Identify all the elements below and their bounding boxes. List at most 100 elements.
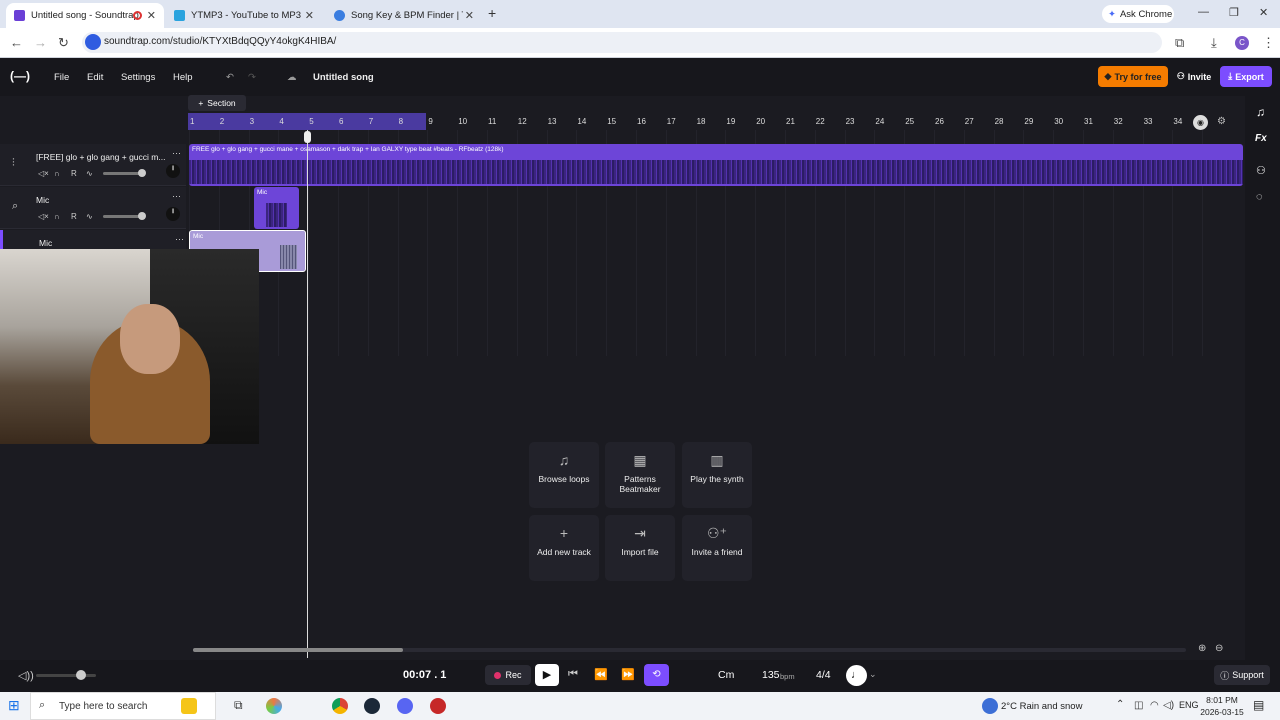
- wifi-icon[interactable]: ◠: [1150, 700, 1159, 711]
- zoom-in-icon[interactable]: ⊕: [1198, 643, 1206, 654]
- windows-start-icon[interactable]: ⊞: [8, 697, 20, 714]
- clock-time[interactable]: 8:01 PM: [1202, 695, 1242, 705]
- browse-loops-tile[interactable]: ♫ Browse loops: [529, 442, 599, 508]
- steam-icon[interactable]: [364, 698, 380, 714]
- redo-icon[interactable]: ↷: [248, 72, 256, 83]
- minimize-icon[interactable]: —: [1198, 6, 1209, 18]
- play-synth-tile[interactable]: ▥ Play the synth: [682, 442, 752, 508]
- volume-slider[interactable]: [103, 169, 146, 177]
- headphones-icon[interactable]: ∩: [54, 212, 60, 221]
- audio-clip-mic[interactable]: Mic: [254, 187, 299, 229]
- speaker-icon[interactable]: ◁): [1163, 700, 1174, 711]
- invite-friend-tile[interactable]: ⚇⁺ Invite a friend: [682, 515, 752, 581]
- track-header[interactable]: ⌕ Mic ⋯ ◁× ∩ R ∿ ╹: [0, 187, 186, 229]
- tab-soundtrap[interactable]: Untitled song - Soundtrap ✕: [6, 3, 164, 28]
- app-icon[interactable]: [430, 698, 446, 714]
- clock-date[interactable]: 2026-03-15: [1198, 707, 1246, 717]
- task-view-icon[interactable]: ⧉: [234, 698, 243, 713]
- fx-icon[interactable]: Fx: [1255, 133, 1267, 144]
- mute-icon[interactable]: ◁×: [38, 169, 49, 178]
- fast-forward-icon[interactable]: ⏩: [621, 668, 635, 681]
- close-icon[interactable]: ✕: [147, 9, 156, 22]
- profile-avatar[interactable]: C: [1235, 36, 1249, 50]
- maximize-icon[interactable]: ❐: [1229, 6, 1239, 19]
- playhead[interactable]: [307, 130, 308, 658]
- bpm-value[interactable]: 135: [762, 669, 780, 681]
- master-volume-slider[interactable]: [36, 670, 96, 680]
- slider-handle[interactable]: [76, 670, 86, 680]
- add-new-track-tile[interactable]: + Add new track: [529, 515, 599, 581]
- menu-settings[interactable]: Settings: [121, 72, 155, 83]
- import-file-tile[interactable]: ⇥ Import file: [605, 515, 675, 581]
- track-options-icon[interactable]: ⋯: [172, 148, 181, 159]
- invite-button[interactable]: ⚇ Invite: [1173, 66, 1215, 87]
- rewind-icon[interactable]: ⏪: [594, 668, 608, 681]
- weather-text[interactable]: 2°C Rain and snow: [1001, 701, 1082, 712]
- close-icon[interactable]: ✕: [465, 9, 474, 22]
- mute-icon[interactable]: ◁×: [38, 212, 49, 221]
- chat-icon[interactable]: ◌: [1256, 191, 1263, 203]
- chevron-down-icon[interactable]: ⌄: [869, 669, 877, 680]
- export-button[interactable]: ⤓ Export: [1220, 66, 1272, 87]
- zoom-out-icon[interactable]: ⊖: [1215, 643, 1223, 654]
- record-arm-button[interactable]: R: [71, 169, 77, 178]
- close-window-icon[interactable]: ✕: [1259, 6, 1268, 19]
- volume-slider[interactable]: [103, 212, 146, 220]
- play-button[interactable]: ▶: [535, 664, 559, 686]
- record-arm-button[interactable]: R: [71, 212, 77, 221]
- address-bar[interactable]: soundtrap.com/studio/KTYXtBdqQQyY4okgK4H…: [82, 32, 1162, 53]
- key-display[interactable]: Cm: [718, 669, 734, 681]
- time-signature[interactable]: 4/4: [816, 669, 831, 681]
- tab-ytmp3[interactable]: YTMP3 - YouTube to MP3 Conv ✕: [166, 3, 322, 28]
- close-icon[interactable]: ✕: [305, 9, 314, 22]
- follow-playhead-icon[interactable]: ◉: [1193, 115, 1208, 130]
- audio-clip-beat[interactable]: FREE glo + glo gang + gucci mane + osama…: [189, 144, 1243, 186]
- add-section-button[interactable]: + Section: [188, 95, 246, 111]
- patterns-beatmaker-tile[interactable]: ▦ Patterns Beatmaker: [605, 442, 675, 508]
- automation-icon[interactable]: ∿: [86, 169, 93, 178]
- soundtrap-logo[interactable]: (—): [10, 69, 30, 83]
- notifications-icon[interactable]: ▤: [1253, 698, 1264, 712]
- site-info-icon[interactable]: [85, 34, 101, 50]
- forward-icon[interactable]: →: [34, 35, 47, 50]
- track-name[interactable]: Mic: [36, 195, 49, 205]
- menu-edit[interactable]: Edit: [87, 72, 103, 83]
- automation-icon[interactable]: ∿: [86, 212, 93, 221]
- pan-knob[interactable]: ╹: [166, 164, 180, 178]
- headphones-icon[interactable]: ∩: [54, 169, 60, 178]
- network-icon[interactable]: ◫: [1134, 700, 1143, 711]
- collaborators-icon[interactable]: ⚇: [1256, 164, 1266, 177]
- track-name[interactable]: [FREE] glo + glo gang + gucci m...: [36, 152, 165, 162]
- try-for-free-button[interactable]: ◆ Try for free: [1098, 66, 1168, 87]
- copilot-app-icon[interactable]: [266, 698, 282, 714]
- menu-file[interactable]: File: [54, 72, 69, 83]
- language-indicator[interactable]: ENG: [1179, 700, 1199, 710]
- more-menu-icon[interactable]: ⋮: [1262, 35, 1275, 51]
- pan-knob[interactable]: ╹: [166, 207, 180, 221]
- horizontal-scrollbar[interactable]: [193, 648, 1186, 652]
- loop-toggle-button[interactable]: ⟲: [644, 664, 669, 686]
- tray-chevron-icon[interactable]: ⌃: [1116, 699, 1124, 710]
- menu-help[interactable]: Help: [173, 72, 193, 83]
- skip-to-start-icon[interactable]: ⏮: [568, 668, 578, 681]
- undo-icon[interactable]: ↶: [226, 72, 234, 83]
- cast-icon[interactable]: ⧉: [1175, 35, 1184, 51]
- timeline-settings-icon[interactable]: ⚙: [1217, 116, 1226, 127]
- support-button[interactable]: ⓘ Support: [1214, 665, 1270, 685]
- metronome-icon[interactable]: ♩: [846, 665, 867, 686]
- download-icon[interactable]: ⤓: [1211, 35, 1217, 51]
- playhead-handle[interactable]: [304, 131, 311, 143]
- timeline-ruler[interactable]: 1 2 3 4 5 6 7 8 9 10 11 12 13 14 15 16 17 18 19 20 21 22 23 24 2…: [188, 113, 1243, 130]
- record-button[interactable]: Rec: [485, 665, 531, 685]
- tab-tunebat[interactable]: Song Key & BPM Finder | Tunel ✕: [326, 3, 482, 28]
- discord-icon[interactable]: [397, 698, 413, 714]
- song-title[interactable]: Untitled song: [313, 72, 374, 83]
- music-note-icon[interactable]: ♫: [1256, 105, 1265, 119]
- back-icon[interactable]: ←: [10, 35, 23, 50]
- track-header[interactable]: ⫶ [FREE] glo + glo gang + gucci m... ⋯ ◁…: [0, 144, 186, 186]
- ask-chrome-button[interactable]: ✦ Ask Chrome: [1102, 5, 1174, 23]
- reload-icon[interactable]: ↻: [58, 35, 69, 51]
- scrollbar-thumb[interactable]: [193, 648, 403, 652]
- track-options-icon[interactable]: ⋯: [172, 191, 181, 202]
- chrome-icon[interactable]: [332, 698, 348, 714]
